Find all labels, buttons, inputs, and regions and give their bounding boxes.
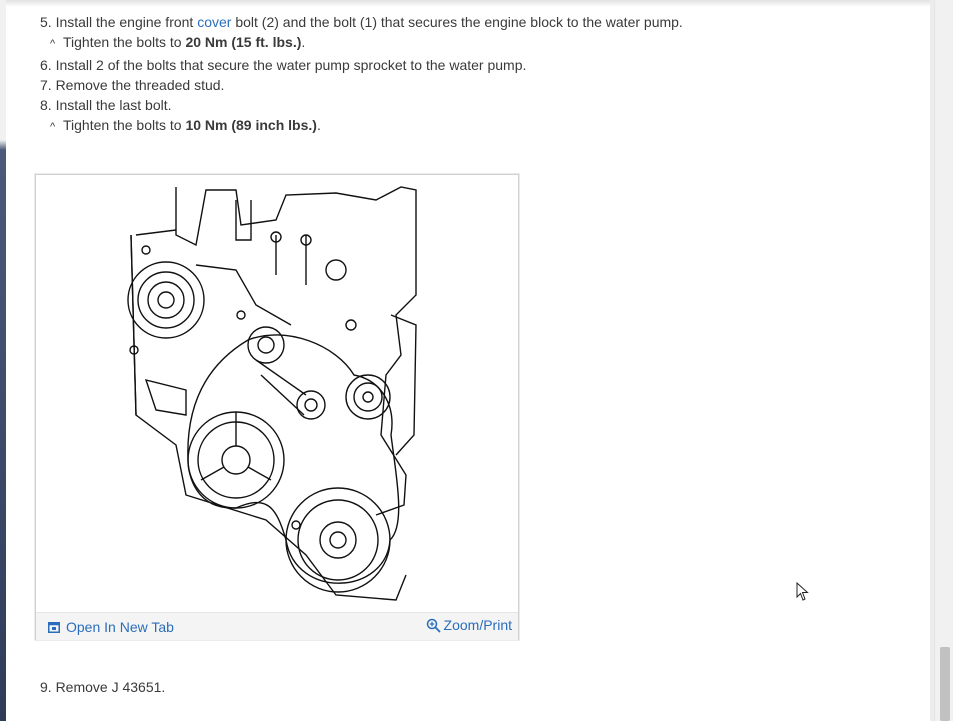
torque-end: . — [301, 34, 306, 51]
step-5-text-end: bolt (2) and the bolt (1) that secures t… — [231, 14, 683, 30]
step-5-text: 5. Install the engine front — [40, 14, 198, 30]
step-8-torque: ^ Tighten the bolts to 10 Nm (89 inch lbs… — [40, 115, 683, 137]
step-7: 7. Remove the threaded stud. — [40, 76, 225, 93]
step-9: 9. Remove J 43651. — [40, 679, 166, 695]
step-8: 8. Install the last bolt. — [40, 97, 172, 114]
engine-diagram-image — [127, 186, 417, 601]
open-in-new-tab-link[interactable]: Open In New Tab — [48, 619, 174, 635]
magnifier-zoom-icon — [426, 618, 441, 633]
mouse-pointer-icon — [796, 582, 809, 601]
step-6: 6. Install 2 of the bolts that secure th… — [40, 56, 527, 73]
zoom-print-link[interactable]: Zoom/Print — [426, 617, 512, 633]
left-window-edge — [0, 0, 6, 721]
torque-end: . — [316, 117, 321, 134]
figure-panel: Open In New Tab Zoom/Print — [35, 174, 519, 640]
vertical-scrollbar[interactable] — [934, 0, 953, 721]
step-5: 5. Install the engine front cover bolt (… — [40, 12, 683, 32]
torque-text: Tighten the bolts to — [63, 117, 186, 134]
top-shadow — [6, 0, 930, 7]
figure-toolbar: Open In New Tab Zoom/Print — [36, 612, 518, 640]
caret-icon: ^ — [50, 121, 56, 134]
caret-icon: ^ — [50, 38, 56, 51]
zoom-print-label: Zoom/Print — [443, 617, 512, 633]
open-in-new-tab-icon — [48, 621, 60, 633]
step-5-torque: ^ Tighten the bolts to 20 Nm (15 ft. lbs.… — [40, 32, 683, 54]
open-in-new-tab-label: Open In New Tab — [66, 619, 174, 635]
cover-link[interactable]: cover — [197, 14, 231, 30]
torque-spec: 10 Nm (89 inch lbs.) — [185, 117, 317, 134]
scrollbar-thumb[interactable] — [940, 647, 950, 721]
torque-spec: 20 Nm (15 ft. lbs.) — [185, 34, 302, 51]
instructions: 5. Install the engine front cover bolt (… — [40, 12, 683, 138]
torque-text: Tighten the bolts to — [63, 34, 186, 51]
